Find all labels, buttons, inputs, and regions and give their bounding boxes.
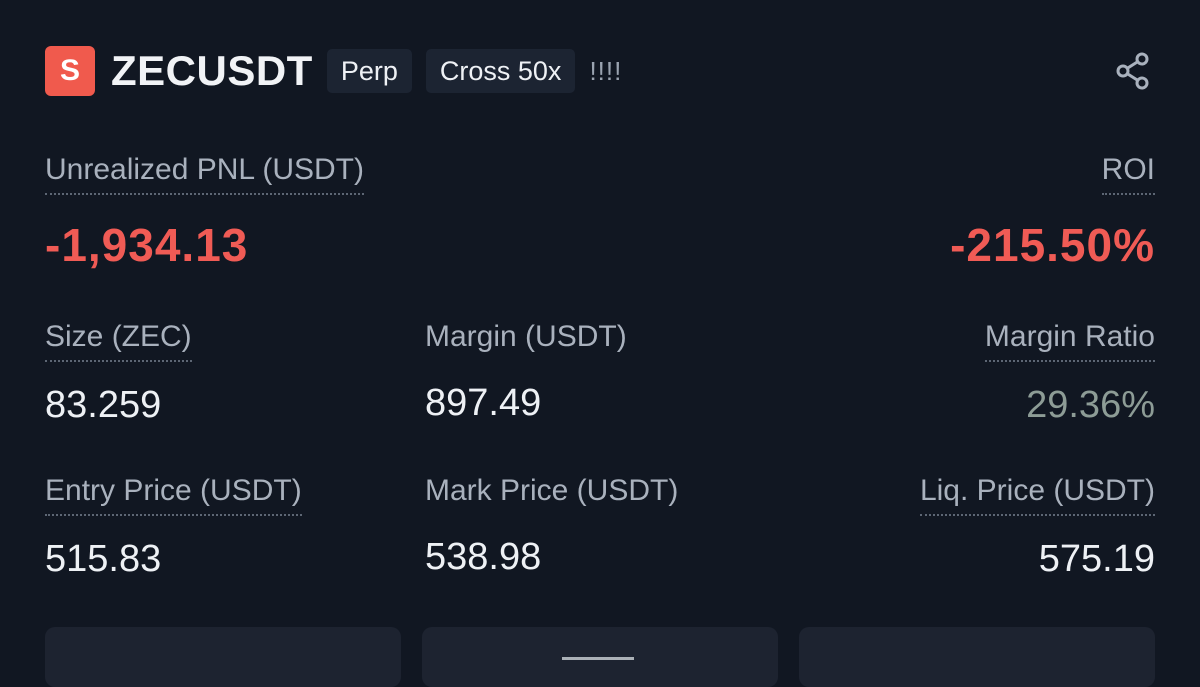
symbol-title[interactable]: ZECUSDT: [111, 50, 313, 92]
coin-logo: S: [45, 46, 95, 96]
margin-label: Margin (USDT): [425, 320, 627, 353]
size-cell: Size (ZEC) 83.259: [45, 322, 192, 424]
entry-price-label[interactable]: Entry Price (USDT): [45, 476, 302, 516]
roi-value: -215.50%: [950, 219, 1155, 271]
mark-price-value: 538.98: [425, 536, 542, 578]
action-button-2[interactable]: [422, 627, 778, 687]
liq-price-cell: Liq. Price (USDT) 575.19: [919, 476, 1155, 580]
entry-price-cell: Entry Price (USDT) 515.83: [45, 476, 302, 578]
liq-price-label[interactable]: Liq. Price (USDT): [919, 476, 1155, 516]
entry-price-value: 515.83: [45, 538, 162, 580]
margin-cell: Margin (USDT) 897.49: [425, 320, 627, 424]
margin-ratio-label[interactable]: Margin Ratio: [984, 322, 1155, 362]
margin-ratio-cell: Margin Ratio 29.36%: [984, 322, 1155, 426]
liq-price-value: 575.19: [1038, 538, 1155, 580]
action-button-3[interactable]: [799, 627, 1155, 687]
unrealized-pnl-label[interactable]: Unrealized PNL (USDT): [45, 155, 364, 195]
size-label[interactable]: Size (ZEC): [45, 322, 192, 362]
unrealized-pnl-label-wrap: Unrealized PNL (USDT): [45, 155, 364, 195]
action-button-1[interactable]: [45, 627, 401, 687]
mark-price-label: Mark Price (USDT): [425, 474, 679, 507]
mark-price-cell: Mark Price (USDT) 538.98: [425, 474, 679, 578]
signal-bars-icon: !!!!: [589, 56, 623, 86]
size-value: 83.259: [45, 384, 162, 426]
share-icon: [1116, 52, 1149, 90]
margin-mode-leverage-tag[interactable]: Cross 50x: [425, 49, 576, 93]
unrealized-pnl-value: -1,934.13: [45, 219, 249, 271]
margin-ratio-value: 29.36%: [1026, 384, 1155, 426]
partially-visible-label: [562, 657, 634, 666]
margin-value: 897.49: [425, 382, 542, 424]
roi-label-wrap: ROI: [1101, 155, 1155, 195]
position-header: S ZECUSDT Perp Cross 50x !!!!: [45, 45, 1155, 97]
perp-tag: Perp: [326, 49, 412, 93]
share-button[interactable]: [1111, 49, 1155, 93]
roi-label[interactable]: ROI: [1101, 155, 1155, 195]
